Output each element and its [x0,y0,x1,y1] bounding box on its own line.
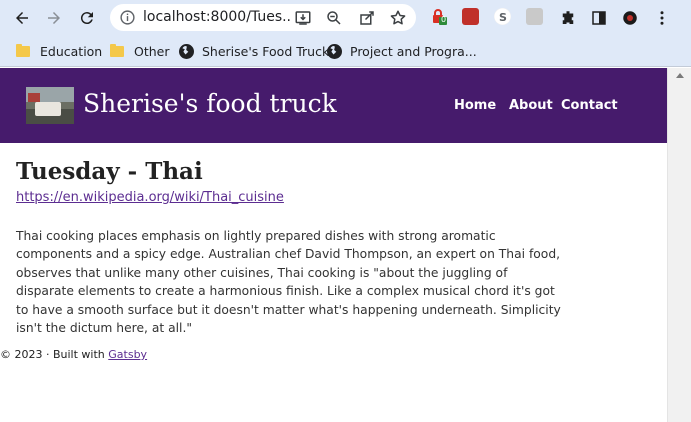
browser-toolbar: localhost:8000/Tues... 0 S [0,0,691,35]
install-app-icon[interactable] [294,9,312,27]
gatsby-link[interactable]: Gatsby [108,348,147,361]
extension-puzzle-red-icon[interactable] [462,8,479,25]
side-panel-button[interactable] [586,5,612,31]
footer: © 2023 · Built with Gatsby [0,347,147,363]
web-page: Sherise's food truck Home About Contact … [0,68,667,422]
bookmark-label: Education [40,43,103,59]
svg-text:S: S [499,11,507,24]
avatar-icon [623,11,637,25]
reload-icon [80,12,93,25]
extensions-button[interactable] [555,5,581,31]
extension-s-icon[interactable]: S [494,8,511,25]
nav-home[interactable]: Home [454,97,496,117]
reload-button[interactable] [74,5,100,31]
site-info-icon[interactable] [119,9,136,26]
bookmark-sherises-food-truck[interactable]: Sherise's Food Truck [179,41,329,61]
nav-contact[interactable]: Contact [561,97,618,117]
footer-copyright: © 2023 · Built with [0,348,105,361]
bookmark-education[interactable]: Education [16,41,102,61]
globe-icon [179,43,194,59]
site-title[interactable]: Sherise's food truck [83,88,337,120]
extension-badge: 0 [441,15,447,24]
forward-button[interactable] [41,5,67,31]
page-title: Tuesday - Thai [16,158,203,185]
bookmark-star-icon[interactable] [389,9,407,27]
vertical-scrollbar[interactable] [667,68,691,422]
address-bar[interactable]: localhost:8000/Tues... [110,4,416,31]
side-panel-icon [592,11,606,25]
globe-icon [327,43,342,59]
extension-lock-icon[interactable]: 0 [431,8,448,25]
food-truck-logo[interactable] [26,87,74,124]
forward-arrow-icon [48,12,60,24]
kebab-menu-icon [660,11,664,25]
bookmark-label: Other [134,43,170,59]
folder-icon [110,43,124,57]
bookmark-label: Sherise's Food Truck [202,43,330,59]
profile-avatar[interactable] [617,5,643,31]
bookmark-project-and-programs[interactable]: Project and Progra... [327,41,477,61]
nav-about[interactable]: About [509,97,553,117]
folder-icon [16,43,30,57]
back-button[interactable] [9,5,35,31]
description-paragraph: Thai cooking places emphasis on lightly … [16,229,561,336]
bookmark-label: Project and Progra... [350,43,477,59]
site-header: Sherise's food truck Home About Contact [0,68,667,143]
menu-button[interactable] [649,5,675,31]
zoom-icon[interactable] [325,9,343,27]
puzzle-icon [562,11,574,24]
scroll-up-arrow-icon[interactable] [676,73,684,78]
extension-r-icon[interactable] [526,8,543,25]
url-text: localhost:8000/Tues... [143,9,291,25]
share-icon[interactable] [358,9,376,27]
back-arrow-icon [16,12,28,24]
wikipedia-link[interactable]: https://en.wikipedia.org/wiki/Thai_cuisi… [16,189,284,207]
bookmarks-bar: Education Other Sherise's Food Truck Pro… [0,35,691,67]
bookmark-other[interactable]: Other [110,41,170,61]
